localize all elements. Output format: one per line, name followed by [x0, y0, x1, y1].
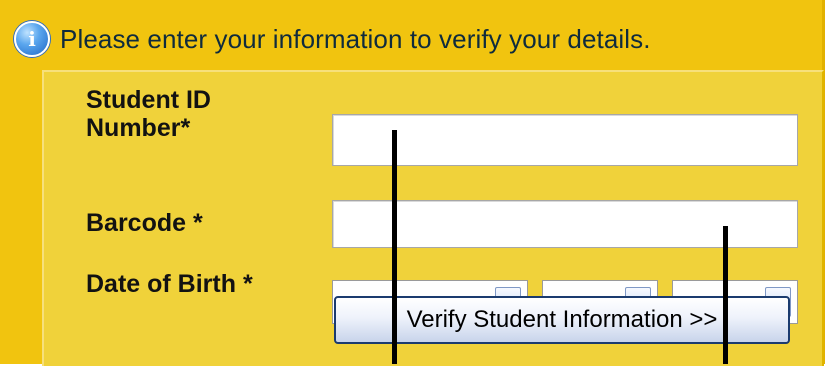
info-message: Please enter your information to verify …	[60, 23, 651, 54]
pointer-line	[392, 130, 397, 364]
verify-student-information-button[interactable]: Verify Student Information >>	[334, 296, 790, 344]
student-id-label: Student ID Number*	[86, 86, 211, 142]
verification-panel: i Please enter your information to verif…	[0, 0, 825, 366]
barcode-input[interactable]	[332, 200, 798, 248]
dob-label: Date of Birth *	[86, 270, 253, 298]
barcode-label: Barcode *	[86, 209, 203, 237]
info-icon: i	[14, 21, 50, 57]
info-header: i Please enter your information to verif…	[14, 21, 651, 57]
student-id-input[interactable]	[332, 114, 798, 166]
pointer-line	[723, 226, 728, 364]
